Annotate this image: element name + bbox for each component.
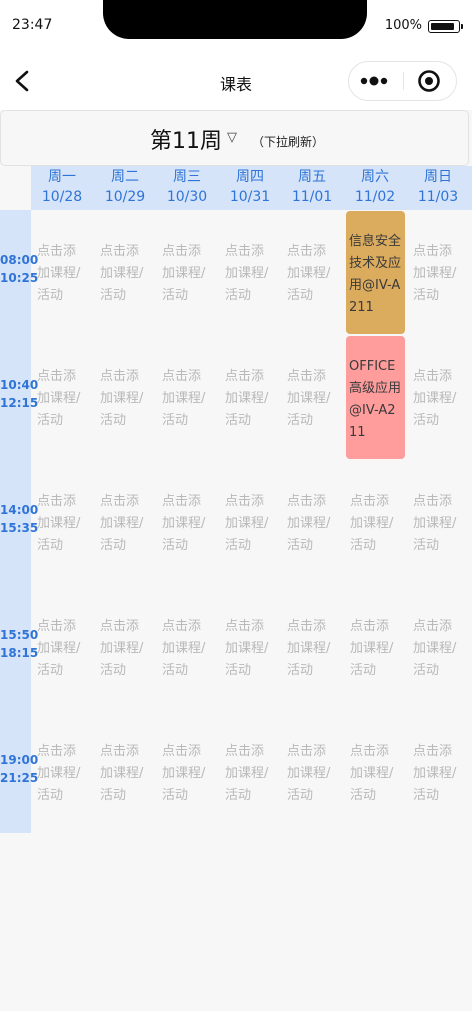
add-course-cell[interactable]: 点击添加课程/活动 <box>156 335 218 459</box>
day-column-header: 周日 11/03 <box>407 166 469 210</box>
back-button[interactable] <box>8 66 38 96</box>
time-column: 08:00 10:25 10:40 12:15 14:00 15:35 15:50 18:15… <box>0 210 39 833</box>
more-button[interactable] <box>349 62 403 100</box>
day-name: 周三 <box>173 169 201 185</box>
camera-notch <box>103 0 367 39</box>
add-course-cell[interactable]: 点击添加课程/活动 <box>219 710 281 834</box>
add-course-cell[interactable]: 点击添加课程/活动 <box>94 460 156 584</box>
period-end-time: 21:25 <box>0 771 39 785</box>
dropdown-triangle-icon: ▽ <box>227 130 237 145</box>
schedule-grid: 点击添加课程/活动 点击添加课程/活动 点击添加课程/活动 点击添加课程/活动 点击添加… <box>31 210 472 833</box>
day-column-header: 周四 10/31 <box>219 166 281 210</box>
add-course-cell[interactable]: 点击添加课程/活动 <box>94 335 156 459</box>
add-course-cell[interactable]: 点击添加课程/活动 <box>94 210 156 334</box>
add-course-cell[interactable]: 点击添加课程/活动 <box>219 585 281 709</box>
battery-icon <box>428 20 463 33</box>
add-course-cell[interactable]: 点击添加课程/活动 <box>344 585 406 709</box>
period-start-time: 14:00 <box>0 503 39 517</box>
day-header-list: 周一 10/28 周二 10/29 周三 10/30 周四 10/31 周五 11/01 周六 11/… <box>31 166 472 210</box>
pull-refresh-hint: （下拉刷新） <box>252 135 325 149</box>
period-start-time: 15:50 <box>0 628 39 642</box>
day-header-row: 周一 10/28 周二 10/29 周三 10/30 周四 10/31 周五 11/01 周六 11/… <box>0 166 472 210</box>
status-bar: 23:47 100% <box>0 0 472 52</box>
day-column-header: 周二 10/29 <box>94 166 156 210</box>
add-course-cell[interactable]: 点击添加课程/活动 <box>31 460 93 584</box>
add-course-cell[interactable]: 点击添加课程/活动 <box>281 460 343 584</box>
add-course-cell[interactable]: 点击添加课程/活动 <box>407 585 469 709</box>
add-course-cell[interactable]: 点击添加课程/活动 <box>281 210 343 334</box>
time-slot: 14:00 15:35 <box>0 501 39 537</box>
add-course-cell[interactable]: 点击添加课程/活动 <box>94 710 156 834</box>
more-dots-icon <box>360 76 388 86</box>
schedule-page: 23:47 100% 课表 第11周 ▽ （下拉刷新） 周一 10/28 周二 … <box>0 0 472 1011</box>
add-course-cell[interactable]: 点击添加课程/活动 <box>156 210 218 334</box>
day-name: 周日 <box>424 169 452 185</box>
battery-percentage: 100% <box>384 18 422 33</box>
close-miniprogram-button[interactable] <box>404 62 457 100</box>
course-card[interactable]: 信息安全技术及应用@IV-A211 <box>346 211 405 334</box>
add-course-cell[interactable]: 点击添加课程/活动 <box>156 460 218 584</box>
day-name: 周六 <box>361 169 389 185</box>
day-column-header: 周三 10/30 <box>156 166 218 210</box>
add-course-cell[interactable]: 点击添加课程/活动 <box>344 460 406 584</box>
add-course-cell[interactable]: 点击添加课程/活动 <box>156 585 218 709</box>
period-end-time: 10:25 <box>0 271 39 285</box>
add-course-cell[interactable]: 点击添加课程/活动 <box>219 460 281 584</box>
add-course-cell[interactable]: 点击添加课程/活动 <box>31 335 93 459</box>
day-name: 周一 <box>48 169 76 185</box>
add-course-cell[interactable]: 点击添加课程/活动 <box>281 710 343 834</box>
add-course-cell[interactable]: 点击添加课程/活动 <box>31 710 93 834</box>
day-column-header: 周六 11/02 <box>344 166 406 210</box>
period-end-time: 12:15 <box>0 396 39 410</box>
add-course-cell[interactable]: 点击添加课程/活动 <box>94 585 156 709</box>
add-course-cell[interactable]: 点击添加课程/活动 <box>407 335 469 459</box>
add-course-cell[interactable]: 点击添加课程/活动 <box>407 710 469 834</box>
add-course-cell[interactable]: 点击添加课程/活动 <box>344 710 406 834</box>
navigation-bar: 课表 <box>0 52 472 110</box>
period-start-time: 10:40 <box>0 378 39 392</box>
day-name: 周二 <box>111 169 139 185</box>
add-course-cell[interactable]: 点击添加课程/活动 <box>219 335 281 459</box>
add-course-cell[interactable]: 点击添加课程/活动 <box>156 710 218 834</box>
day-date: 11/03 <box>417 189 459 205</box>
day-column-header: 周五 11/01 <box>281 166 343 210</box>
header-corner <box>0 166 31 210</box>
course-card[interactable]: OFFICE高级应用@IV-A211 <box>346 336 405 459</box>
time-slot: 08:00 10:25 <box>0 251 39 287</box>
chevron-left-icon <box>15 70 29 92</box>
week-title: 第11周 <box>150 129 222 154</box>
day-column-header: 周一 10/28 <box>31 166 93 210</box>
day-date: 10/30 <box>166 189 208 205</box>
period-end-time: 15:35 <box>0 521 39 535</box>
period-start-time: 08:00 <box>0 253 39 267</box>
day-date: 10/29 <box>104 189 146 205</box>
day-name: 周四 <box>236 169 264 185</box>
period-end-time: 18:15 <box>0 646 39 660</box>
time-slot: 15:50 18:15 <box>0 626 39 662</box>
day-date: 10/28 <box>41 189 83 205</box>
add-course-cell[interactable]: 点击添加课程/活动 <box>281 335 343 459</box>
day-date: 11/02 <box>354 189 396 205</box>
add-course-cell[interactable]: 点击添加课程/活动 <box>219 210 281 334</box>
add-course-cell[interactable]: 点击添加课程/活动 <box>407 460 469 584</box>
mini-program-capsule <box>348 61 457 101</box>
add-course-cell[interactable]: 点击添加课程/活动 <box>31 210 93 334</box>
time-slot: 19:00 21:25 <box>0 751 39 787</box>
day-date: 10/31 <box>229 189 271 205</box>
time-slot: 10:40 12:15 <box>0 376 39 412</box>
day-name: 周五 <box>298 169 326 185</box>
add-course-cell[interactable]: 点击添加课程/活动 <box>281 585 343 709</box>
add-course-cell[interactable]: 点击添加课程/活动 <box>407 210 469 334</box>
add-course-cell[interactable]: 点击添加课程/活动 <box>31 585 93 709</box>
day-date: 11/01 <box>291 189 333 205</box>
week-selector[interactable]: 第11周 ▽ （下拉刷新） <box>0 110 469 166</box>
period-start-time: 19:00 <box>0 753 39 767</box>
target-circle-icon <box>418 70 440 92</box>
status-time: 23:47 <box>12 17 53 33</box>
